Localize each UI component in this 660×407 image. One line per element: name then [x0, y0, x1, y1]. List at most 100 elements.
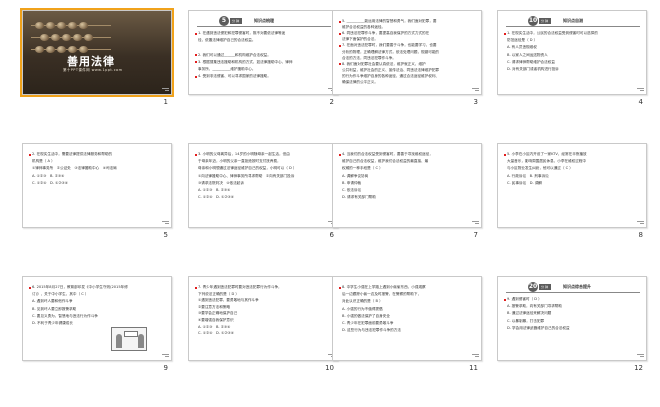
slide-text-line: 5. __________能运用法律的智慧和勇气，我们面对犯罪，要	[342, 19, 437, 23]
slide-text-line: A. ①②③ B. ②③④	[198, 324, 231, 329]
slide-thumbnail-12[interactable]: 20 分钟 知识点综合提升 9. 遇到侵害时（ D ） A. 报警求助，向有关部门寻求帮…	[497, 276, 647, 361]
slide-corner-mark	[637, 87, 644, 92]
slide-text-line: C. 要见义勇为，智慧地与违法行为作斗争	[32, 313, 98, 318]
slide-text-line: C. ①②④ D. ①②③④	[198, 331, 234, 336]
slide-thumbnail-1[interactable]: 善用法律 第十PPT课件网 www.1ppt.com	[20, 8, 174, 97]
abacus-bead	[73, 34, 82, 41]
slide-text-line: 订)》，关于中小学生，其中（ C ）	[32, 292, 89, 297]
section-title: 知识点综合提升	[563, 283, 592, 289]
slide-text-line: 3. 小明的父母离异后，14岁的小明随母亲一起生活，但由	[198, 152, 290, 156]
slide-text-line: 法律下面保护的合法。	[342, 37, 378, 42]
slide-text-line: B. 通过法律途径来解决问题	[507, 311, 552, 316]
slide-text-line: C. ①②④ D. ①②③④	[32, 180, 68, 185]
slide-text-line: 分析的物理，正确理解法律方式，依法处理问题，规避可能的	[342, 49, 440, 54]
slide-text-line: 公共利益，维护社会的正义、宣传法治、同违法法律维护犯罪	[342, 67, 440, 72]
minutes-circle: 20	[528, 281, 538, 292]
slide-thumbnail-3[interactable]: 5. __________能运用法律的智慧和勇气，我们面对犯罪，要 维护合法权益的…	[332, 10, 482, 95]
slide-number: 2	[329, 98, 334, 106]
slide-thumbnail-9[interactable]: 6. 2015年8月27日，教育部印发《中小学生守则(2015年修 订)》，关于中…	[22, 276, 172, 361]
slide-text-line: ②要注意方法和策略	[198, 304, 230, 309]
slide-number: 9	[163, 364, 168, 372]
bullet-marker	[339, 20, 341, 23]
slide-text-line: ①律师事务所 ②公证处 ③法律援助中心 ④司法局	[32, 166, 117, 171]
slide-number: 8	[638, 231, 643, 239]
section-title: 知识点梳理	[254, 17, 275, 23]
slide-thumbnail-8[interactable]: 5. 小李在小区内开设了一家KTV，经常在半夜播放 大量音乐，影响周围居民休息，小…	[497, 143, 647, 228]
sign-board	[124, 331, 138, 337]
slide-text-line: 1. 在遇到违法侵犯和犯罪侵害时，既不对要依法律等途	[198, 31, 286, 35]
abacus-bead	[68, 46, 77, 53]
bullet-marker	[29, 286, 31, 289]
bullet-marker	[339, 32, 341, 35]
slide-corner-mark	[162, 353, 169, 358]
bullet-marker	[504, 153, 506, 156]
minutes-badge: 分钟	[539, 283, 552, 290]
slide-text-line: 确保法律的公平正义。	[342, 80, 378, 84]
slide-text-line: 6. 2015年8月27日，教育部印发《中小学生守则(2015年修	[32, 285, 128, 289]
slide-text-line: C. 请求律师帮助维护合法权益	[507, 59, 555, 64]
slide-text-line: 维护合法权益的各种途径。	[342, 25, 386, 30]
minutes-badge: 分钟	[539, 17, 552, 24]
slide-text-line: 8. 中学生小强在上学路上遇到小偷偷东西，小强观察	[342, 285, 426, 289]
slide-text-line: 对此认识正确的是（ B ）	[342, 299, 383, 304]
slide-corner-mark	[162, 87, 169, 92]
bullet-marker	[195, 75, 197, 78]
slide-text-line: 3. 根据搜集违法援助和机构的方式、如法律援助中心、律师	[198, 59, 293, 64]
slide-text-line: D. 不利于青少年健康成长	[32, 321, 73, 325]
slide-number: 10	[325, 364, 334, 372]
slide-text-line: 事务所、__________维护援助中心。	[198, 67, 256, 71]
slide-text-line: ③要学会正确地保护自己	[198, 311, 238, 316]
slide-text-line: C. 依法诉讼	[342, 188, 362, 192]
slide-thumbnail-10[interactable]: 7. 青少年遇到违法犯罪时要对违法犯罪行为作斗争， 下列说法正确的是（ D ） ①遇…	[188, 276, 338, 361]
bullet-marker	[195, 54, 197, 57]
slide-text-line: 下列说法正确的是（ D ）	[198, 291, 239, 296]
slide-text-line: A. 行政诉讼 B. 刑事诉讼	[507, 173, 549, 178]
slide-text-line: A. 报警求助，向有关部门寻求帮助	[507, 304, 562, 309]
minutes-circle: 10	[528, 15, 538, 26]
bullet-marker	[504, 32, 506, 35]
slide-thumbnail-11[interactable]: 8. 中学生小强在上学路上遇到小偷偷东西，小强观察 后一边跟踪小偷一边及时报警，在…	[332, 276, 482, 361]
slide-thumbnail-7[interactable]: 4. 当我们的合法权益受到侵害时，要善于寻找维权途径， 维护自己的合法权益，维护我…	[332, 143, 482, 228]
slide-text-line: B. 以家人之间运送物资人	[507, 52, 548, 57]
slide-text-line: 与小区物业发生纠纷，他可以通过（ C ）	[507, 166, 573, 171]
slide-text-line: A. ①②③ B. ②③④	[198, 188, 231, 192]
bullet-marker	[195, 286, 197, 289]
bullet-marker	[339, 63, 341, 66]
slide-thumbnail-4[interactable]: 10 分钟 知识点自测 1. 在现实生活中，公民的合法权益受到侵害时可以选择的 防范途径…	[497, 10, 647, 95]
abacus-bead	[51, 34, 60, 41]
slide-text-line: C. 青少年在犯罪面前要勇敢斗争	[342, 321, 394, 325]
slide-text-line: 的行为作斗争维护自身的各种途径，通过合法途径维护权利、	[342, 73, 440, 78]
abacus-bead	[68, 22, 77, 29]
bullet-marker	[195, 61, 197, 64]
header-rule	[506, 292, 640, 293]
slide-thumbnail-2[interactable]: 5 分钟 知识点梳理 1. 在遇到违法侵犯和犯罪侵害时，既不对要依法律等途 径，依靠法律…	[188, 10, 338, 95]
slide-text-line: 7. 在面对违法犯罪时，我们要善于斗争，也能要学习，也要	[342, 43, 437, 48]
slide-text-line: ①向法律援助中心、律师事务所寻求帮助 ②向有关部门投诉	[198, 173, 295, 178]
slide-corner-mark	[637, 353, 644, 358]
slide-text-line: 于母亲年迈，小明的父亲一直拒绝按时支付抚养费，	[198, 159, 281, 164]
slide-corner-mark	[637, 220, 644, 225]
abacus-bead	[57, 46, 66, 53]
bullet-marker	[339, 286, 341, 289]
slide-title: 善用法律	[67, 55, 115, 68]
slide-text-line: 7. 青少年遇到违法犯罪时要对违法犯罪行为作斗争，	[198, 285, 282, 289]
slide-corner-mark	[162, 220, 169, 225]
slide-thumbnail-6[interactable]: 3. 小明的父母离异后，14岁的小明随母亲一起生活，但由 于母亲年迈，小明的父亲一…	[188, 143, 338, 228]
slide-corner-mark	[472, 353, 479, 358]
person-figure	[138, 334, 144, 348]
slide-number: 7	[473, 231, 478, 239]
slide-text-line: 1. 在现实生活中，公民的合法权益受到侵害时可以选择的	[507, 31, 598, 35]
slide-text-line: 大量音乐，影响周围居民休息，小李在维权过程中	[507, 159, 587, 164]
slide-text-line: D. 这些行为与违法犯罪作斗争的方法	[342, 328, 401, 333]
slide-text-line: A. 调解争议协商	[342, 173, 369, 178]
slide-text-line: 防范途径是（ D ）	[507, 38, 538, 43]
minutes-circle: 5	[219, 15, 229, 26]
header-rule	[506, 26, 640, 27]
slide-text-line: 径，依靠法律维护自己的合法权益。	[198, 38, 256, 43]
abacus-bead	[79, 22, 88, 29]
slide-text-line: ④要增强自我保护意识	[198, 318, 234, 322]
slide-thumbnail-5[interactable]: 2. 在现实生活中，需要法律提供法律服务和帮助的 机构是（ A ） ①律师事务所 ②…	[22, 143, 172, 228]
abacus-bead	[46, 46, 55, 53]
slide-number: 11	[469, 364, 478, 372]
section-title: 知识点自测	[563, 17, 584, 23]
